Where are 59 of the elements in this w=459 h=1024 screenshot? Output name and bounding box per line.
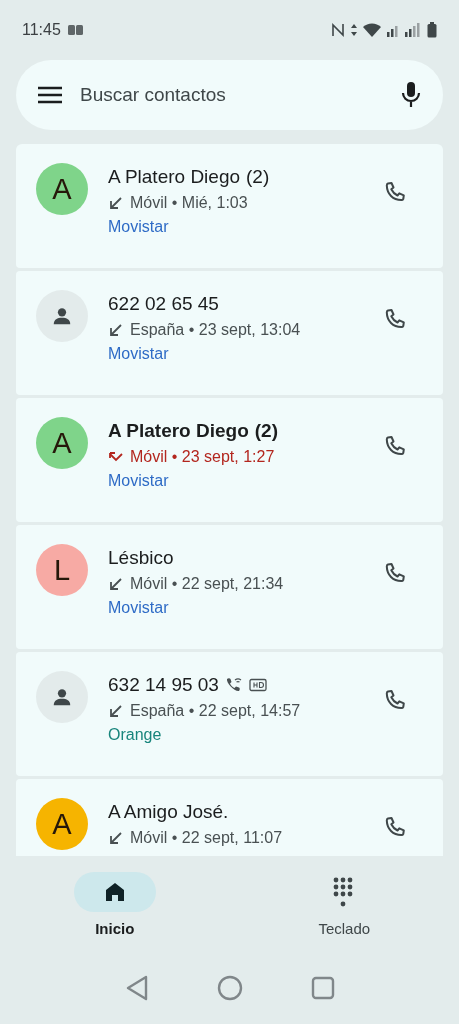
carrier-label: Movistar	[108, 599, 170, 617]
phone-icon	[383, 307, 407, 331]
carrier-label: Movistar	[108, 472, 170, 490]
call-card[interactable]: L Lésbico Móvil • 22 sept, 21:34 Movistar	[16, 525, 443, 649]
incoming-call-icon	[108, 322, 124, 338]
avatar-circle: L	[36, 544, 88, 596]
back-icon[interactable]	[124, 975, 149, 1001]
phone-icon	[383, 688, 407, 712]
microphone-icon	[401, 81, 421, 109]
menu-icon	[38, 86, 62, 104]
nav-tab[interactable]: Teclado	[279, 872, 410, 956]
phone-icon	[383, 434, 407, 458]
contact-name: A Platero Diego	[108, 166, 241, 188]
call-details: España • 22 sept, 14:57	[130, 702, 301, 720]
carrier-label: Movistar	[108, 218, 170, 236]
call-details: Móvil • Mié, 1:03	[130, 194, 248, 212]
phone-icon	[383, 561, 407, 585]
contact-name: A Amigo José.	[108, 801, 229, 823]
person-icon	[51, 686, 73, 708]
call-card[interactable]: A A Platero Diego (2) Móvil • 23 sept, 1:27 Movistar	[16, 398, 443, 522]
call-card[interactable]: 622 02 65 45 España • 23 sept, 13:04 Movistar	[16, 271, 443, 395]
search-placeholder: Buscar contactos	[80, 84, 227, 106]
incoming-call-icon	[108, 576, 124, 592]
call-details: España • 23 sept, 13:04	[130, 321, 301, 339]
notification-icon	[66, 23, 85, 37]
home-button-icon[interactable]	[216, 975, 243, 1001]
avatar-circle: A	[36, 798, 88, 850]
call-card[interactable]: A A Amigo José. Móvil • 22 sept, 11:07	[16, 779, 443, 856]
battery-icon	[427, 22, 437, 38]
call-card[interactable]: 632 14 95 03 España • 22 sept, 14:57 Orange	[16, 652, 443, 776]
incoming-call-icon	[108, 830, 124, 846]
incoming-call-icon	[108, 195, 124, 211]
data-arrows-icon	[351, 23, 357, 37]
phone-icon	[383, 815, 407, 839]
call-card[interactable]: A A Platero Diego (2) Móvil • Mié, 1:03 Movistar	[16, 144, 443, 268]
home-icon	[103, 881, 126, 903]
incoming-call-icon	[108, 703, 124, 719]
wifi-icon	[363, 23, 381, 37]
contact-name: Lésbico	[108, 547, 174, 569]
contact-name: 632 14 95 03	[108, 674, 219, 696]
phone-icon	[383, 180, 407, 204]
recents-icon[interactable]	[310, 976, 335, 1000]
call-count: (2)	[254, 420, 278, 442]
avatar-circle: A	[36, 163, 88, 215]
nav-tab[interactable]: Inicio	[49, 872, 180, 956]
avatar-circle: A	[36, 417, 88, 469]
call-count: (2)	[246, 166, 270, 188]
nfc-icon	[331, 22, 345, 38]
contact-name: 622 02 65 45	[108, 293, 219, 315]
carrier-label: Orange	[108, 726, 163, 744]
search-field[interactable]: Buscar contactos	[16, 60, 443, 130]
contact-name: A Platero Diego	[108, 420, 249, 442]
call-details: Móvil • 22 sept, 21:34	[130, 575, 284, 593]
call-details: Móvil • 23 sept, 1:27	[130, 448, 275, 466]
call-details: Móvil • 22 sept, 11:07	[130, 829, 283, 847]
person-icon	[51, 305, 73, 327]
signal-icon	[387, 23, 421, 37]
status-time: 11:45	[22, 21, 61, 39]
carrier-label: Movistar	[108, 345, 170, 363]
